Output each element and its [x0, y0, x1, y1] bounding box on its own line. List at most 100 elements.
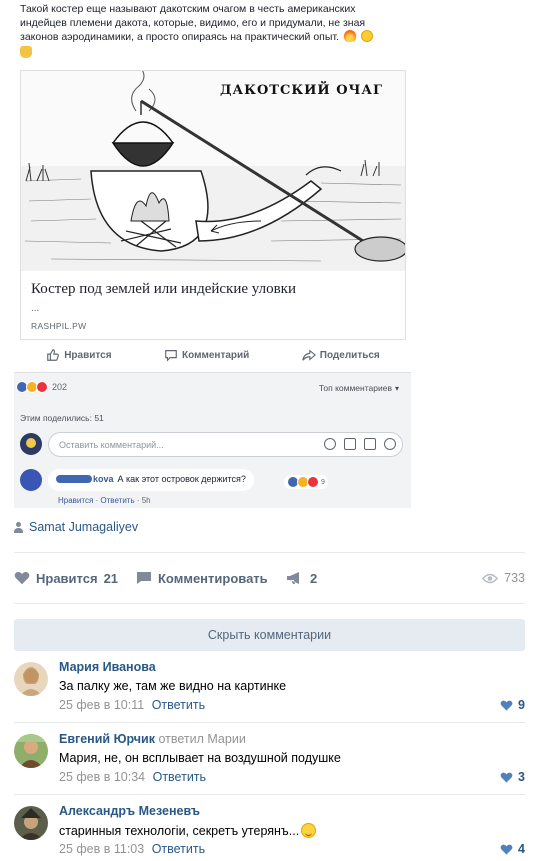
like-count: 21	[103, 570, 119, 586]
heart-icon	[500, 844, 513, 855]
thumb-up-icon	[47, 349, 60, 361]
embedded-comment-text: А как этот островок держится?	[117, 474, 246, 484]
comment-meta: 25 фев в 10:34 Ответить	[59, 770, 206, 784]
embedded-comment-composer: Оставить комментарий...	[18, 431, 408, 459]
embedded-screenshot: Такой костер еще называют дакотским очаг…	[14, 0, 411, 508]
avatar[interactable]	[14, 662, 48, 696]
eye-icon	[482, 573, 499, 583]
post-action-bar: Нравится 21 Комментировать 2 733	[14, 566, 525, 590]
comment-like-count: 3	[518, 770, 525, 784]
comment-text-body: старинныя технологiи, секретъ утерянъ...	[59, 824, 300, 838]
embedded-comment: kova А как этот островок держится? 9 Нрав…	[18, 469, 408, 507]
embedded-comment-reply-link[interactable]: Ответить	[100, 496, 134, 505]
embedded-shares-text[interactable]: Этим поделились: 51	[20, 413, 104, 423]
comment-text: За палку же, там же видно на картинке	[59, 679, 287, 693]
comment-author: Евгений Юрчик ответил Марии	[59, 732, 246, 746]
share-arrow-icon	[302, 349, 316, 361]
embedded-post-body: Такой костер еще называют дакотским очаг…	[20, 3, 366, 43]
share-count: 2	[310, 570, 318, 586]
comment-meta: 25 фев в 11:03 Ответить	[59, 842, 205, 856]
embedded-comment-author[interactable]: kova	[93, 474, 114, 484]
avatar-image	[14, 734, 48, 768]
embedded-like-label: Нравится	[64, 349, 112, 361]
views-counter: 733	[482, 566, 525, 590]
hide-comments-button[interactable]: Скрыть комментарии	[14, 619, 525, 651]
embedded-comment-button[interactable]: Комментарий	[164, 348, 249, 362]
comment-date[interactable]: 25 фев в 11:03	[59, 842, 144, 856]
avatar-image	[14, 662, 48, 696]
comment-author-name[interactable]: Александръ Мезеневъ	[59, 804, 200, 818]
embedded-comment-like-link[interactable]: Нравится	[58, 496, 93, 505]
comment-like-button[interactable]: 9	[500, 698, 525, 712]
divider	[14, 722, 525, 723]
comment-reply-link[interactable]: Ответить	[153, 770, 206, 784]
like-label: Нравится	[36, 570, 98, 586]
post-author[interactable]: Samat Jumagaliyev	[14, 520, 138, 534]
comment-button[interactable]: Комментировать	[136, 566, 268, 590]
love-reaction-icon	[36, 381, 48, 393]
comment-text: старинныя технологiи, секретъ утерянъ...	[59, 823, 317, 838]
link-preview-card[interactable]: ДАКОТСКИЙ ОЧАГ Костер под землей или инд…	[20, 70, 406, 340]
comment-date[interactable]: 25 фев в 10:11	[59, 698, 144, 712]
heart-icon	[500, 700, 513, 711]
embedded-share-label: Поделиться	[319, 349, 380, 361]
avatar[interactable]	[14, 806, 48, 840]
comment-text: Мария, не, он всплывает на воздушной под…	[59, 751, 341, 765]
comment-meta: 25 фев в 10:11 Ответить	[59, 698, 205, 712]
views-count: 733	[504, 571, 525, 585]
pointing-hand-emoji-icon	[20, 46, 32, 58]
embedded-reactions-summary[interactable]: 202	[16, 381, 67, 393]
link-card-title[interactable]: Костер под землей или индейские уловки	[31, 281, 296, 298]
drawing-title: ДАКОТСКИЙ ОЧАГ	[220, 83, 383, 98]
gif-icon[interactable]	[364, 438, 376, 450]
camera-icon[interactable]	[344, 438, 356, 450]
embedded-comment-meta: Нравится · Ответить · 5h	[58, 496, 151, 505]
fire-emoji-icon	[343, 30, 356, 42]
comment-author: Александръ Мезеневъ	[59, 804, 200, 818]
comment-reply-link[interactable]: Ответить	[152, 842, 205, 856]
avatar-image	[14, 806, 48, 840]
comment-reply-link[interactable]: Ответить	[152, 698, 205, 712]
comment-author-name[interactable]: Мария Иванова	[59, 660, 156, 674]
emoji-icon[interactable]	[324, 438, 336, 450]
comment-like-button[interactable]: 4	[500, 842, 525, 856]
embedded-comment-reactions[interactable]: 9	[284, 475, 328, 489]
comment-date[interactable]: 25 фев в 10:34	[59, 770, 145, 784]
comment-bubble-icon	[165, 350, 177, 362]
embedded-reactions-count: 202	[52, 382, 68, 392]
like-button[interactable]: Нравится 21	[14, 566, 118, 590]
composer-icons	[324, 438, 396, 450]
embedded-comment-label: Комментарий	[181, 349, 250, 361]
divider	[14, 794, 525, 795]
comment-icon	[137, 572, 151, 584]
embedded-comments-section: 202 Топ комментариев Этим поделились: 51…	[14, 372, 411, 508]
smile-emoji-icon	[360, 30, 373, 42]
embedded-comment-reaction-count: 9	[321, 478, 325, 486]
love-reaction-icon	[307, 476, 319, 488]
embedded-share-button[interactable]: Поделиться	[302, 348, 380, 362]
embedded-like-button[interactable]: Нравится	[46, 348, 112, 362]
comment-like-button[interactable]: 3	[500, 770, 525, 784]
heart-icon	[500, 772, 513, 783]
embedded-comment-time: 5h	[141, 496, 151, 505]
redacted-name	[56, 475, 92, 483]
comment-like-count: 9	[518, 698, 525, 712]
dakota-fire-drawing: ДАКОТСКИЙ ОЧАГ	[21, 71, 405, 271]
heart-icon	[14, 571, 30, 585]
divider	[14, 552, 525, 553]
comment-author: Мария Иванова	[59, 660, 156, 674]
avatar	[20, 469, 42, 491]
divider	[14, 603, 525, 604]
person-icon	[14, 521, 23, 533]
sticker-icon[interactable]	[384, 438, 396, 450]
comment-reply-to[interactable]: ответил Марии	[158, 732, 245, 746]
megaphone-icon	[287, 572, 299, 584]
embedded-comment-bubble: kova А как этот островок держится?	[48, 469, 254, 491]
comment-label: Комментировать	[158, 570, 268, 586]
link-card-description: ...	[31, 303, 40, 314]
avatar[interactable]	[14, 734, 48, 768]
smirk-emoji-icon	[301, 823, 317, 838]
comment-author-name[interactable]: Евгений Юрчик	[59, 732, 155, 746]
share-button[interactable]: 2	[286, 566, 317, 590]
comment-sort-dropdown[interactable]: Топ комментариев	[319, 383, 399, 393]
